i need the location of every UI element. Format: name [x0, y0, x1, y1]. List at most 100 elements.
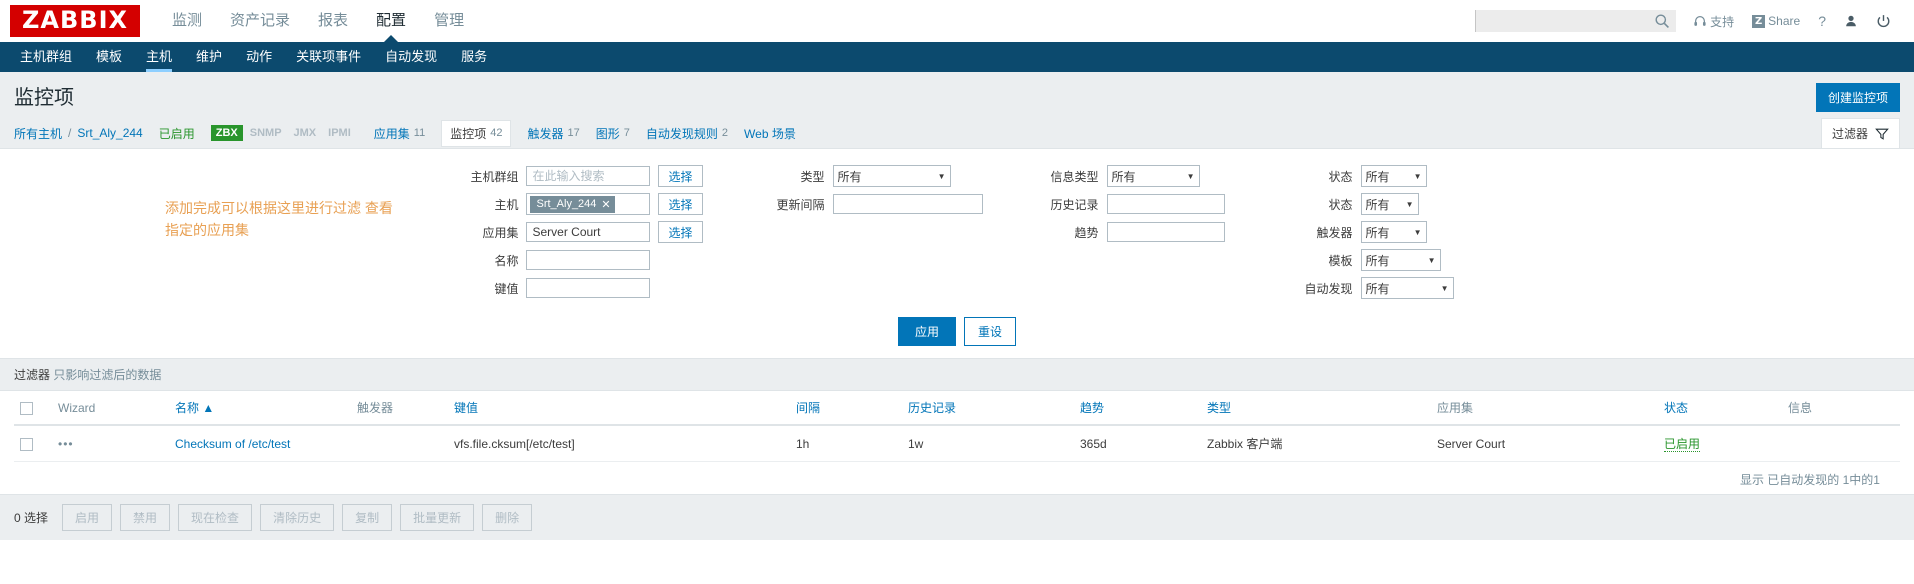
- submenu-item-hosts[interactable]: 主机: [134, 42, 184, 72]
- global-search[interactable]: [1475, 10, 1677, 32]
- select-type[interactable]: 所有 ▼: [832, 165, 951, 187]
- breadcrumb-link-items[interactable]: 监控项 42: [441, 119, 512, 147]
- filter-note-rest: 只影响过滤后的数据: [53, 368, 162, 382]
- input-host-group[interactable]: [526, 166, 651, 186]
- breadcrumb-host-name[interactable]: Srt_Aly_244: [77, 126, 142, 140]
- tag-zbx: ZBX: [210, 125, 243, 141]
- zabbix-logo[interactable]: ZABBIX: [10, 5, 140, 37]
- link-label-discovery-rules: 自动发现规则: [645, 126, 718, 141]
- input-host-multiselect[interactable]: Srt_Aly_244 ✕: [526, 193, 651, 215]
- th-interval[interactable]: 间隔: [790, 391, 902, 426]
- question-mark-icon: ?: [1818, 13, 1826, 29]
- label-trends: 趋势: [1074, 225, 1099, 240]
- input-update-interval[interactable]: [832, 194, 983, 214]
- check-now-button[interactable]: 现在检查: [178, 504, 253, 531]
- menu-item-administration[interactable]: 管理: [420, 0, 478, 42]
- label-name: 名称: [494, 253, 519, 268]
- delete-button[interactable]: 删除: [482, 504, 533, 531]
- user-profile-link[interactable]: [1835, 14, 1867, 28]
- reset-button[interactable]: 重设: [964, 317, 1017, 346]
- filter-row-value-type: 信息类型 所有 ▼: [1041, 165, 1225, 187]
- breadcrumb-link-applications[interactable]: 应用集 11: [374, 125, 425, 142]
- chevron-down-icon: ▼: [1413, 171, 1422, 181]
- host-chip[interactable]: Srt_Aly_244 ✕: [530, 195, 615, 213]
- search-input[interactable]: [1476, 10, 1650, 32]
- protocol-tags: ZBX SNMP JMX IPMI: [210, 125, 358, 141]
- menu-item-reports[interactable]: 报表: [304, 0, 362, 42]
- host-status-group: 已启用: [159, 125, 195, 142]
- clear-history-button[interactable]: 清除历史: [260, 504, 335, 531]
- table-row: ••• Checksum of /etc/test vfs.file.cksum…: [14, 425, 1900, 462]
- select-status[interactable]: 所有 ▼: [1360, 193, 1419, 215]
- create-item-button[interactable]: 创建监控项: [1815, 83, 1900, 112]
- filter-row-key: 键值: [460, 277, 702, 299]
- breadcrumb-link-web-scenarios[interactable]: Web 场景: [744, 125, 796, 142]
- signout-link[interactable]: [1867, 14, 1900, 29]
- th-name[interactable]: 名称 ▲: [169, 391, 351, 426]
- th-history[interactable]: 历史记录: [902, 391, 1074, 426]
- submenu-item-templates[interactable]: 模板: [84, 42, 134, 72]
- wizard-dots-icon[interactable]: •••: [58, 437, 74, 451]
- support-link[interactable]: 支持: [1684, 13, 1743, 30]
- input-name[interactable]: [526, 250, 651, 270]
- menu-item-monitoring[interactable]: 监测: [158, 0, 216, 42]
- link-count-triggers: 17: [567, 127, 580, 139]
- items-table-wrap: Wizard 名称 ▲ 触发器 键值 间隔 历史记录 趋势 类型 应用集 状态 …: [0, 391, 1914, 494]
- th-trends[interactable]: 趋势: [1074, 391, 1201, 426]
- chevron-down-icon: ▼: [1413, 227, 1422, 237]
- remove-chip-icon[interactable]: ✕: [601, 198, 610, 211]
- user-icon: [1844, 14, 1858, 28]
- th-status[interactable]: 状态: [1658, 391, 1782, 426]
- status-badge[interactable]: 已启用: [1664, 437, 1701, 452]
- label-type: 类型: [800, 169, 825, 184]
- row-checkbox[interactable]: [20, 437, 33, 451]
- item-name-link[interactable]: Checksum of /etc/test: [175, 437, 290, 451]
- breadcrumb-all-hosts[interactable]: 所有主机: [14, 125, 62, 142]
- filter-row-triggers: 触发器 所有 ▼: [1295, 221, 1454, 243]
- host-status[interactable]: 已启用: [159, 125, 195, 142]
- input-application[interactable]: [526, 222, 651, 242]
- th-select-all: [14, 391, 52, 426]
- select-host-group-button[interactable]: 选择: [658, 165, 703, 187]
- select-discovery[interactable]: 所有 ▼: [1360, 277, 1454, 299]
- enable-button[interactable]: 启用: [62, 504, 113, 531]
- select-host-button[interactable]: 选择: [658, 193, 703, 215]
- submenu-item-services[interactable]: 服务: [449, 42, 499, 72]
- th-type[interactable]: 类型: [1201, 391, 1431, 426]
- input-trends[interactable]: [1106, 222, 1225, 242]
- apply-button[interactable]: 应用: [897, 317, 956, 346]
- menu-item-configuration[interactable]: 配置: [362, 0, 420, 42]
- select-state[interactable]: 所有 ▼: [1360, 165, 1427, 187]
- select-application-button[interactable]: 选择: [658, 221, 703, 243]
- th-key[interactable]: 键值: [448, 391, 790, 426]
- filter-row-application: 应用集 选择: [460, 221, 703, 243]
- select-all-checkbox[interactable]: [20, 401, 33, 415]
- tag-jmx: JMX: [293, 127, 317, 139]
- select-value-type[interactable]: 所有 ▼: [1106, 165, 1200, 187]
- submenu-item-discovery[interactable]: 自动发现: [373, 42, 449, 72]
- app-root: ZABBIX 监测 资产记录 报表 配置 管理 支持 Z Share ? 主机群…: [0, 0, 1914, 584]
- submenu-item-correlation[interactable]: 关联项事件: [284, 42, 373, 72]
- filter-toggle-button[interactable]: 过滤器: [1820, 118, 1900, 148]
- share-link[interactable]: Z Share: [1743, 14, 1809, 28]
- submenu-item-host-groups[interactable]: 主机群组: [8, 42, 84, 72]
- submenu-item-maintenance[interactable]: 维护: [184, 42, 234, 72]
- breadcrumb-link-triggers[interactable]: 触发器 17: [527, 125, 579, 142]
- input-history[interactable]: [1106, 194, 1225, 214]
- mass-update-button[interactable]: 批量更新: [400, 504, 475, 531]
- label-key: 键值: [494, 281, 519, 296]
- breadcrumb-link-graphs[interactable]: 图形 7: [596, 125, 630, 142]
- copy-button[interactable]: 复制: [342, 504, 393, 531]
- select-template[interactable]: 所有 ▼: [1360, 249, 1441, 271]
- filter-row-update-interval: 更新间隔: [767, 193, 983, 215]
- filter-column-2: 类型 所有 ▼ 更新间隔: [767, 165, 983, 299]
- tag-ipmi: IPMI: [328, 127, 351, 139]
- submenu-item-actions[interactable]: 动作: [234, 42, 284, 72]
- select-template-value: 所有: [1365, 253, 1390, 268]
- disable-button[interactable]: 禁用: [120, 504, 171, 531]
- menu-item-inventory[interactable]: 资产记录: [216, 0, 304, 42]
- input-key[interactable]: [526, 278, 651, 298]
- help-link[interactable]: ?: [1809, 13, 1835, 29]
- breadcrumb-link-discovery-rules[interactable]: 自动发现规则 2: [646, 125, 728, 142]
- select-triggers[interactable]: 所有 ▼: [1360, 221, 1427, 243]
